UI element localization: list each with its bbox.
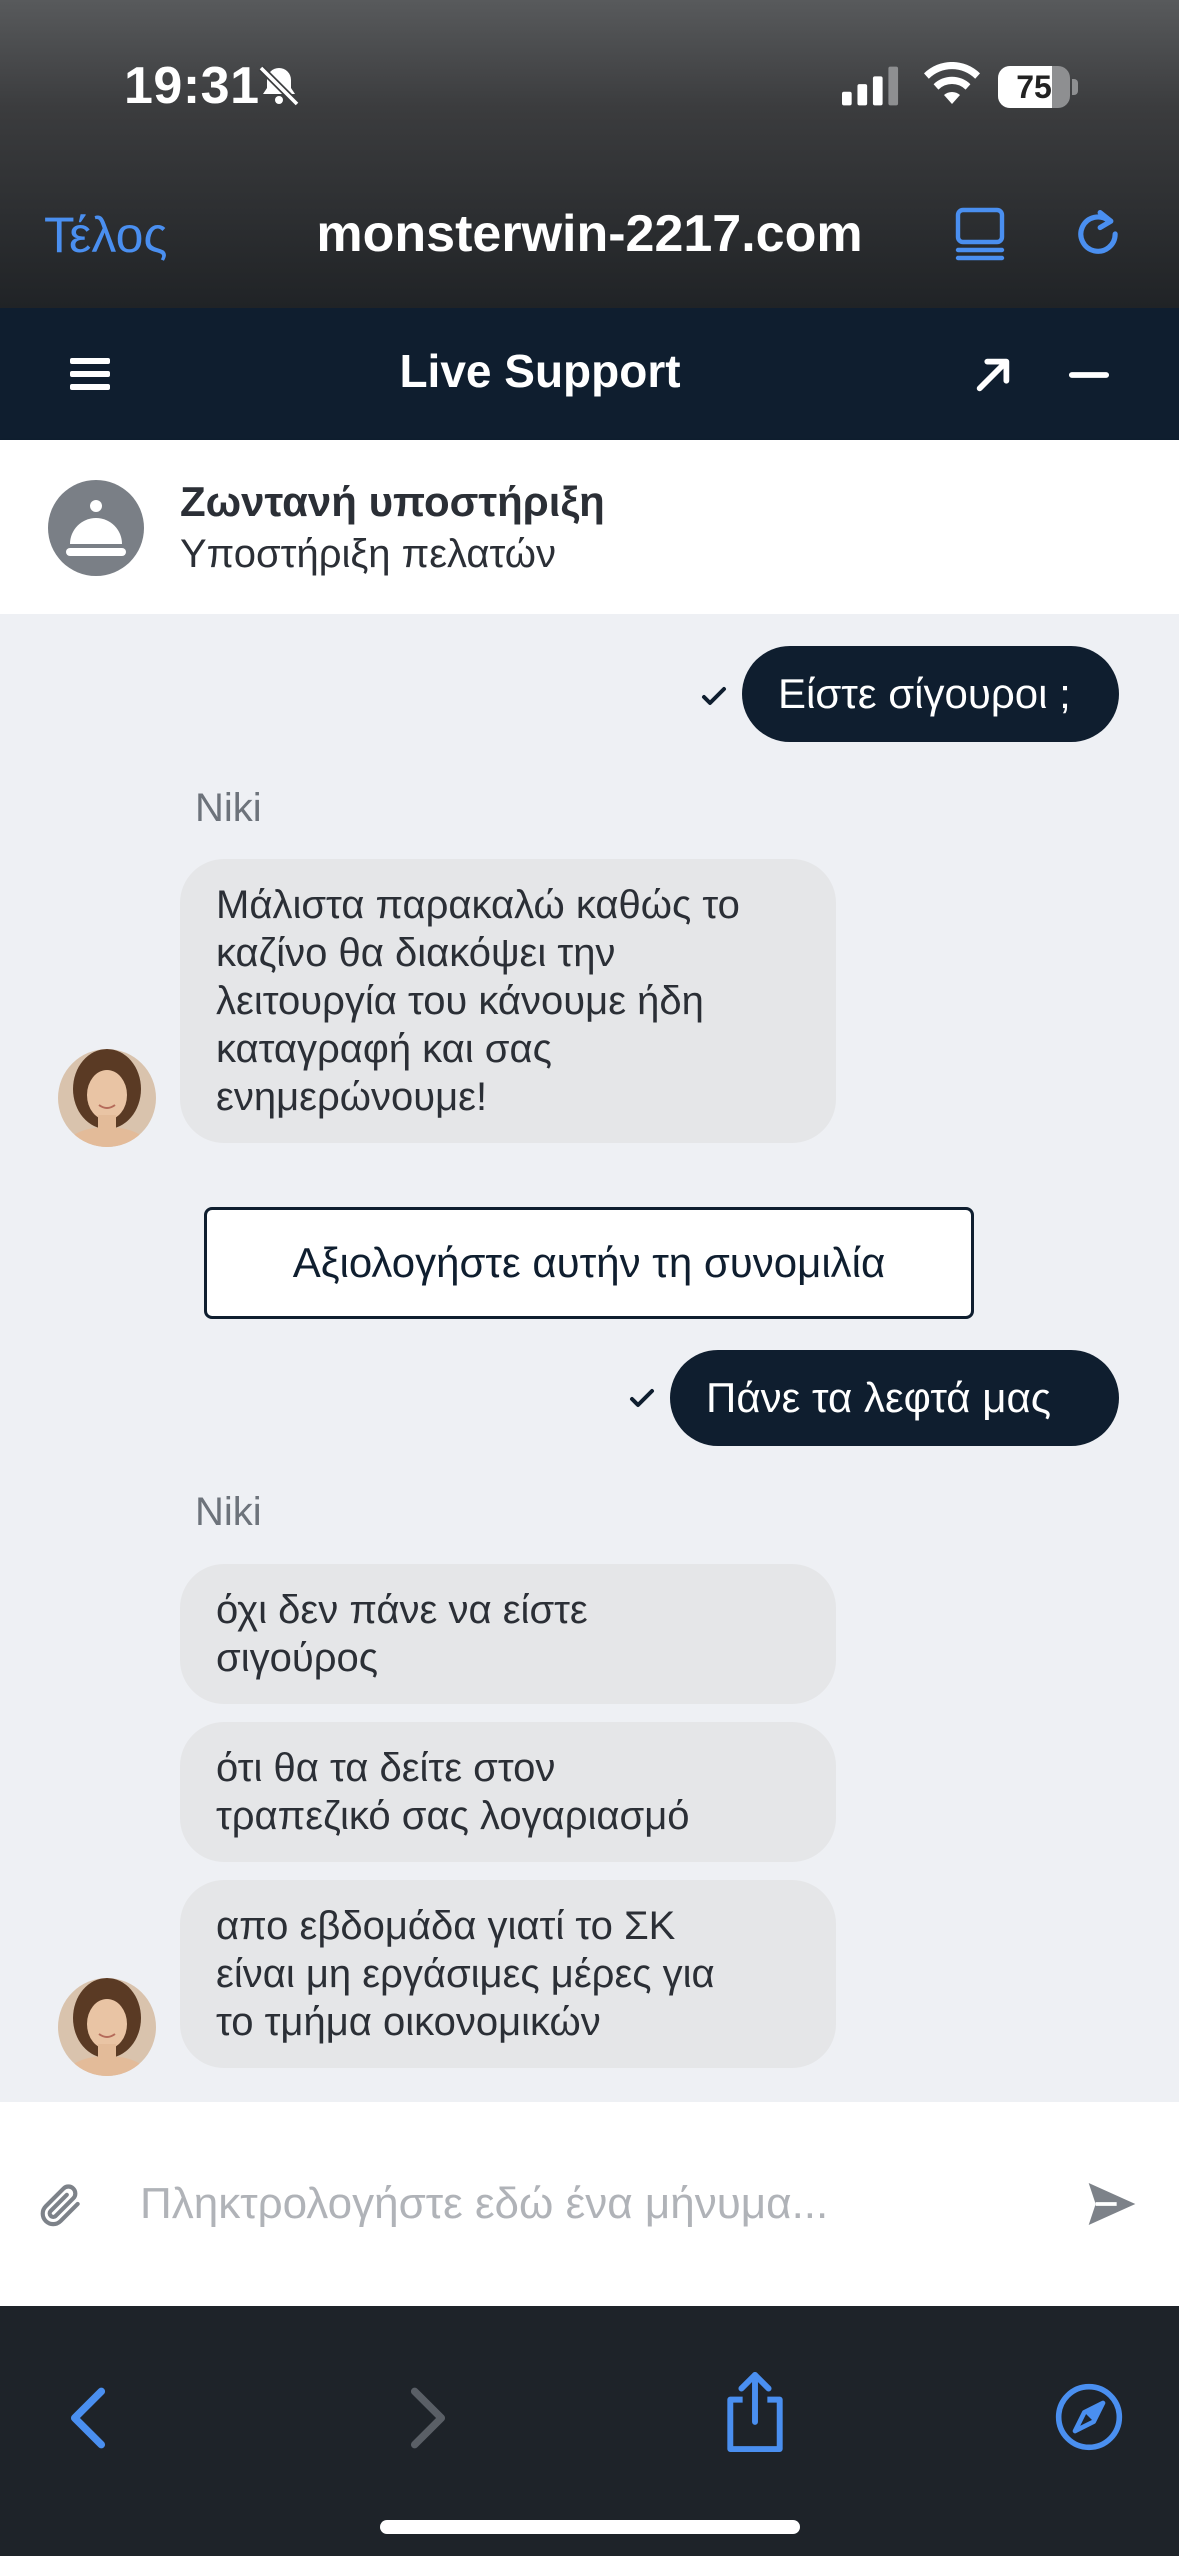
- chat-title: Live Support: [399, 345, 681, 397]
- minimize-icon[interactable]: [1068, 354, 1110, 396]
- agent-info-bar: Ζωντανή υποστήριξη Υποστήριξη πελατών: [0, 440, 1179, 614]
- message-line: ενημερώνουμε!: [216, 1075, 488, 1119]
- incoming-message: ότι θα τα δείτε στον τραπεζικό σας λογαρ…: [180, 1722, 836, 1862]
- agent-role: Υποστήριξη πελατών: [180, 532, 557, 576]
- home-indicator: [380, 2520, 800, 2534]
- browser-bottom-toolbar: [0, 2306, 1179, 2556]
- message-list: Είστε σίγουροι ; Niki Μάλιστα παρακαλώ κ…: [0, 614, 1179, 2102]
- message-line: Μάλιστα παρακαλώ καθώς το: [216, 883, 740, 927]
- message-line: τραπεζικό σας λογαριασμό: [216, 1794, 690, 1838]
- message-line: λειτουργία του κάνουμε ήδη: [216, 979, 704, 1023]
- message-input-bar: [0, 2102, 1179, 2306]
- agent-avatar-photo: [58, 1978, 156, 2076]
- chat-header: Live Support: [0, 308, 1179, 440]
- message-line: είναι μη εργάσιμες μέρες για: [216, 1952, 715, 1996]
- agent-avatar: [48, 480, 144, 576]
- signal-icon: [842, 66, 899, 106]
- message-line: το τμήμα οικονομικών: [216, 2000, 601, 2044]
- done-button[interactable]: Τέλος: [44, 206, 168, 264]
- forward-icon[interactable]: [400, 2386, 456, 2450]
- agent-avatar-photo: [58, 1049, 156, 1147]
- paperclip-icon[interactable]: [36, 2180, 86, 2230]
- message-line: σιγούρος: [216, 1636, 378, 1680]
- sender-name: Niki: [195, 1490, 262, 1534]
- message-line: απο εβδομάδα γιατί το ΣΚ: [216, 1904, 676, 1948]
- concierge-bell-icon: [66, 500, 126, 556]
- rate-conversation-button[interactable]: Αξιολογήστε αυτήν τη συνομιλία: [204, 1207, 974, 1319]
- message-input[interactable]: [140, 2164, 1020, 2244]
- send-icon[interactable]: [1084, 2176, 1140, 2232]
- agent-name: Ζωντανή υποστήριξη: [180, 478, 605, 525]
- browser-top-chrome: 19:31 75 Τέλος monsterwin-2217.com: [0, 0, 1179, 308]
- message-line: καταγραφή και σας: [216, 1027, 552, 1071]
- sender-name: Niki: [195, 786, 262, 830]
- check-icon: [702, 687, 726, 705]
- bell-slash-icon: [258, 65, 300, 107]
- status-time: 19:31: [124, 57, 260, 115]
- incoming-message: Μάλιστα παρακαλώ καθώς το καζίνο θα διακ…: [180, 859, 836, 1143]
- message-line: καζίνο θα διακόψει την: [216, 931, 616, 975]
- expand-icon[interactable]: [972, 354, 1014, 396]
- incoming-message: απο εβδομάδα γιατί το ΣΚ είναι μη εργάσι…: [180, 1880, 836, 2068]
- outgoing-message: Είστε σίγουροι ;: [742, 646, 1119, 742]
- battery-percentage: 75: [1016, 69, 1052, 105]
- share-icon[interactable]: [720, 2370, 790, 2454]
- outgoing-message: Πάνε τα λεφτά μας: [670, 1350, 1119, 1446]
- reload-icon[interactable]: [1068, 204, 1128, 264]
- compass-icon[interactable]: [1054, 2382, 1124, 2452]
- check-icon: [630, 1389, 654, 1407]
- message-line: ότι θα τα δείτε στον: [216, 1746, 556, 1790]
- message-line: όχι δεν πάνε να είστε: [216, 1588, 588, 1632]
- battery-indicator: 75: [998, 66, 1078, 108]
- reader-icon[interactable]: [952, 206, 1008, 262]
- incoming-message: όχι δεν πάνε να είστε σιγούρος: [180, 1564, 836, 1704]
- wifi-icon: [924, 62, 980, 104]
- back-icon[interactable]: [60, 2386, 116, 2450]
